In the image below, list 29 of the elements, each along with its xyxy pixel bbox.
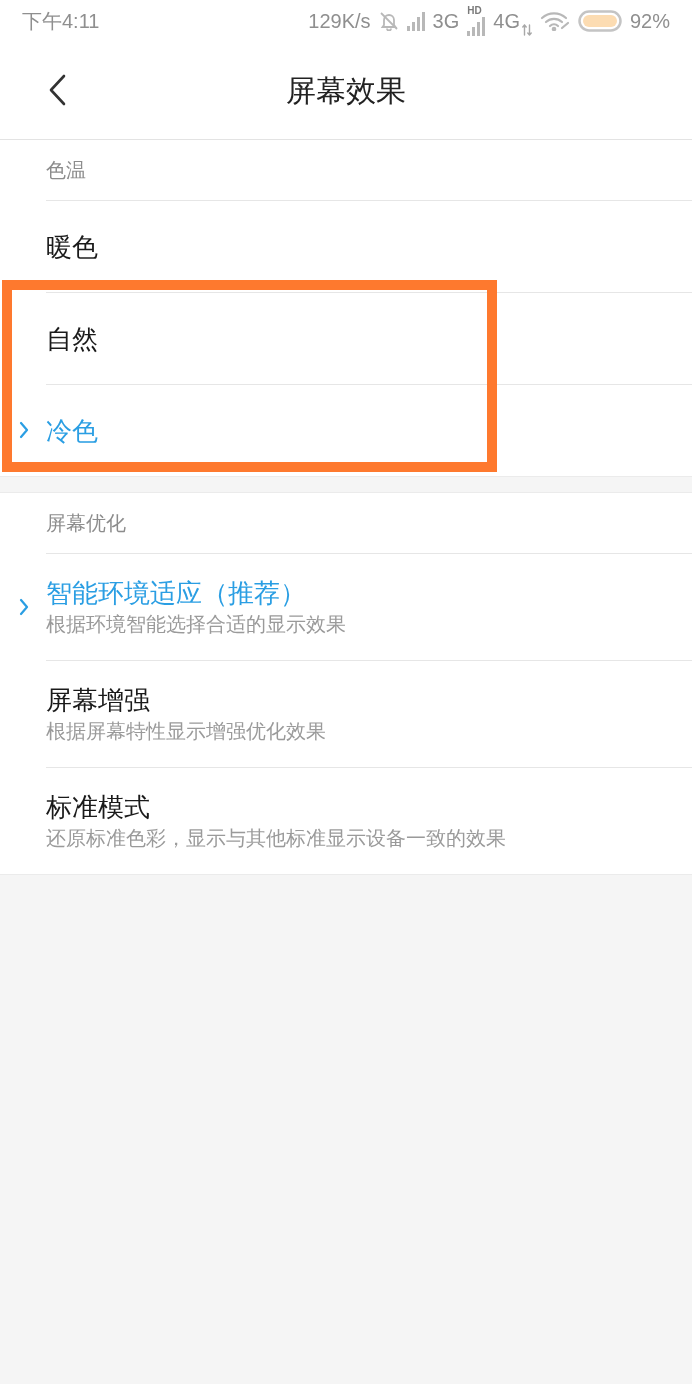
signal-bars-icon xyxy=(467,16,486,36)
option-label: 标准模式 xyxy=(46,791,150,824)
option-row[interactable]: 标准模式 还原标准色彩，显示与其他标准显示设备一致的效果 xyxy=(0,767,692,874)
signal-bars-icon xyxy=(406,11,425,31)
network-speed: 129K/s xyxy=(308,9,371,34)
page-title: 屏幕效果 xyxy=(286,73,406,109)
option-description: 还原标准色彩，显示与其他标准显示设备一致的效果 xyxy=(46,826,506,851)
option-row[interactable]: 自然 xyxy=(0,292,692,384)
wifi-icon xyxy=(539,11,570,31)
status-time: 下午4:11 xyxy=(22,9,100,34)
section-header: 色温 xyxy=(46,158,86,183)
network-type: 4G xyxy=(493,9,520,34)
option-row[interactable]: 暖色 xyxy=(0,200,692,292)
mute-bell-icon xyxy=(378,11,399,31)
up-down-arrows-icon xyxy=(521,24,532,36)
battery-percent: 92% xyxy=(629,9,670,34)
network-type: 3G xyxy=(432,9,460,34)
option-description: 根据屏幕特性显示增强优化效果 xyxy=(46,719,326,744)
battery-icon xyxy=(577,10,622,32)
option-label: 智能环境适应（推荐） xyxy=(46,577,306,610)
option-label: 屏幕增强 xyxy=(46,684,150,717)
section-header: 屏幕优化 xyxy=(46,511,126,536)
back-chevron-icon xyxy=(48,74,66,106)
option-label: 暖色 xyxy=(46,230,98,264)
option-row[interactable]: 屏幕增强 根据屏幕特性显示增强优化效果 xyxy=(0,660,692,767)
hd-label: HD xyxy=(467,6,482,16)
option-description: 根据环境智能选择合适的显示效果 xyxy=(46,612,346,637)
option-label: 自然 xyxy=(46,322,98,356)
option-label: 冷色 xyxy=(46,414,98,448)
